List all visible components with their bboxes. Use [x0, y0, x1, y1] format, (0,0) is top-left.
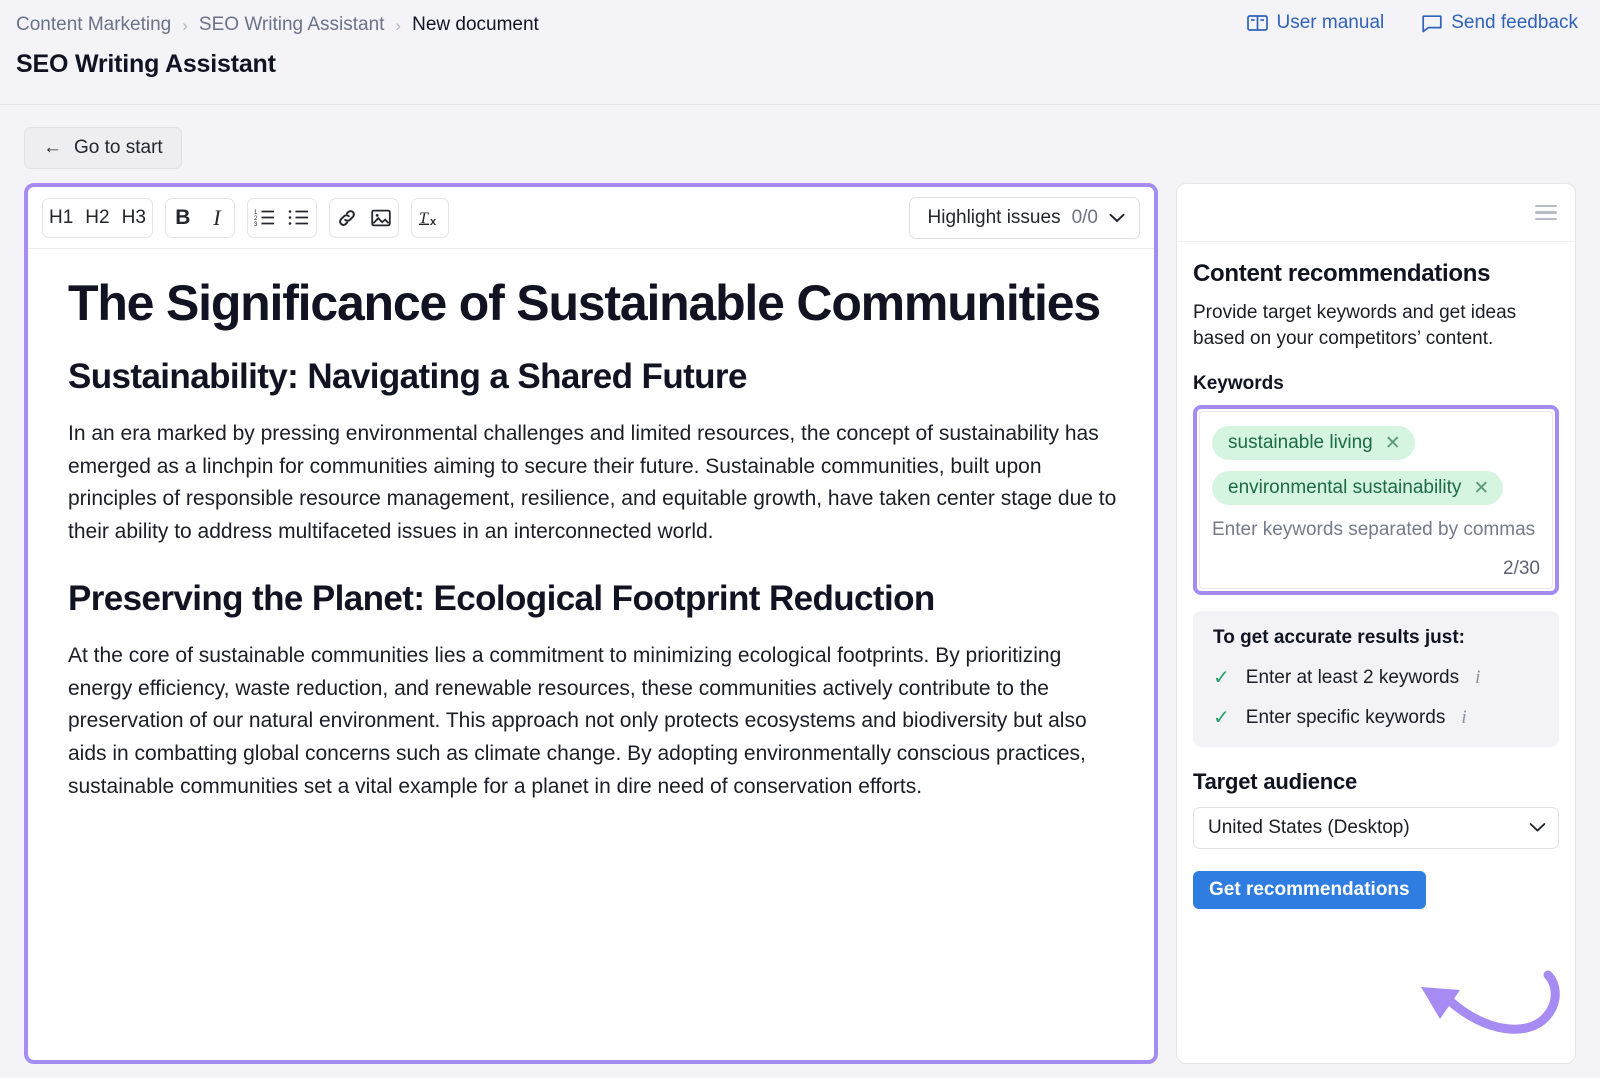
breadcrumb-separator-icon: ›: [182, 15, 188, 35]
info-icon[interactable]: i: [1475, 667, 1480, 689]
send-feedback-link[interactable]: Send feedback: [1422, 12, 1578, 34]
left-arrow-icon: ←: [43, 137, 62, 158]
target-audience-select[interactable]: United States (Desktop): [1193, 807, 1559, 850]
top-links: User manual Send feedback: [1246, 12, 1578, 34]
heading-button-group: H1 H2 H3: [42, 197, 153, 238]
info-icon[interactable]: i: [1461, 707, 1466, 729]
document-heading-2: Preserving the Planet: Ecological Footpr…: [68, 578, 935, 618]
keyword-chip-label: sustainable living: [1228, 432, 1373, 454]
heading-1-button[interactable]: H1: [43, 199, 79, 237]
check-icon: ✓: [1213, 667, 1230, 690]
send-feedback-label: Send feedback: [1451, 12, 1578, 33]
top-bar: Content Marketing › SEO Writing Assistan…: [0, 0, 1600, 105]
tips-box: To get accurate results just: ✓ Enter at…: [1193, 611, 1559, 748]
breadcrumb-item-seo-writing-assistant[interactable]: SEO Writing Assistant: [199, 14, 385, 36]
target-audience-value: United States (Desktop): [1208, 817, 1410, 839]
user-manual-link[interactable]: User manual: [1246, 12, 1385, 34]
tip-item: ✓ Enter specific keywords i: [1213, 707, 1541, 729]
svg-text:x: x: [430, 216, 437, 228]
remove-keyword-icon[interactable]: ✕: [1385, 434, 1401, 453]
bullet-list-icon: [288, 209, 309, 226]
keyword-chip[interactable]: sustainable living ✕: [1212, 426, 1415, 461]
keyword-chip[interactable]: environmental sustainability ✕: [1212, 471, 1504, 506]
italic-button[interactable]: I: [200, 199, 234, 237]
target-audience-label: Target audience: [1193, 769, 1358, 795]
tip-item: ✓ Enter at least 2 keywords i: [1213, 667, 1541, 689]
image-icon: [371, 209, 391, 227]
tip-label: Enter at least 2 keywords: [1245, 667, 1460, 689]
get-recommendations-button[interactable]: Get recommendations: [1193, 871, 1426, 910]
highlight-issues-label: Highlight issues: [927, 206, 1061, 228]
document-heading-1: Sustainability: Navigating a Shared Futu…: [68, 357, 747, 396]
keyword-chip-label: environmental sustainability: [1228, 477, 1462, 499]
list-button-group: 1 2 3: [246, 197, 317, 238]
text-style-button-group: B I: [164, 197, 235, 238]
go-to-start-button[interactable]: ← Go to start: [24, 127, 182, 169]
content-recommendations-title: Content recommendations: [1193, 260, 1491, 287]
highlight-issues-dropdown[interactable]: Highlight issues 0/0: [908, 196, 1140, 239]
breadcrumb-item-content-marketing[interactable]: Content Marketing: [16, 14, 171, 36]
remove-keyword-icon[interactable]: ✕: [1473, 479, 1489, 498]
annotation-arrow-icon: [1378, 957, 1575, 1057]
keywords-placeholder: Enter keywords separated by commas: [1212, 519, 1536, 541]
get-recommendations-label: Get recommendations: [1209, 879, 1410, 901]
document-content[interactable]: The Significance of Sustainable Communit…: [28, 249, 1154, 1060]
chevron-down-icon: [1109, 207, 1125, 229]
recommendations-panel: Content recommendations Provide target k…: [1176, 183, 1576, 1064]
document-title: The Significance of Sustainable Communit…: [68, 275, 1101, 331]
clear-format-group: T x: [410, 197, 449, 238]
chat-bubble-icon: [1422, 14, 1442, 33]
keywords-label: Keywords: [1193, 373, 1284, 395]
breadcrumb-separator-icon: ›: [395, 15, 402, 35]
link-icon: [337, 208, 357, 228]
sub-bar: ← Go to start: [0, 105, 1600, 169]
check-icon: ✓: [1213, 707, 1230, 730]
document-paragraph-1: In an era marked by pressing environment…: [68, 421, 1117, 544]
heading-3-button[interactable]: H3: [116, 199, 152, 237]
editor-toolbar: H1 H2 H3 B I 1 2 3 T x Highlight issues …: [28, 187, 1154, 249]
chevron-down-icon: [1529, 817, 1546, 839]
clear-formatting-button[interactable]: T x: [412, 199, 448, 237]
page-title: SEO Writing Assistant: [16, 50, 276, 78]
ordered-list-button[interactable]: 1 2 3: [248, 199, 282, 237]
tip-label: Enter specific keywords: [1245, 707, 1446, 729]
clear-formatting-icon: T x: [418, 208, 442, 228]
go-to-start-label: Go to start: [74, 137, 163, 158]
user-manual-label: User manual: [1276, 12, 1385, 33]
recommendations-panel-header: [1177, 184, 1575, 242]
insert-button-group: [328, 197, 399, 238]
book-icon: [1246, 14, 1268, 32]
image-button[interactable]: [364, 199, 398, 237]
keywords-counter: 2/30: [1503, 558, 1540, 580]
bullet-list-button[interactable]: [282, 199, 316, 237]
main-area: H1 H2 H3 B I 1 2 3 T x Highlight issues …: [0, 169, 1600, 1064]
heading-2-button[interactable]: H2: [79, 199, 115, 237]
bold-button[interactable]: B: [166, 199, 200, 237]
svg-text:3: 3: [254, 222, 258, 226]
editor-panel: H1 H2 H3 B I 1 2 3 T x Highlight issues …: [24, 183, 1158, 1064]
ordered-list-icon: 1 2 3: [254, 209, 275, 226]
breadcrumb-item-new-document: New document: [412, 14, 539, 35]
recommendations-panel-body: Content recommendations Provide target k…: [1177, 242, 1575, 910]
keywords-highlight-ring: sustainable living ✕ environmental susta…: [1193, 405, 1559, 596]
hamburger-menu-icon[interactable]: [1535, 204, 1557, 221]
content-recommendations-description: Provide target keywords and get ideas ba…: [1193, 302, 1517, 349]
keywords-input[interactable]: sustainable living ✕ environmental susta…: [1199, 411, 1553, 590]
link-button[interactable]: [330, 199, 364, 237]
tips-title: To get accurate results just:: [1213, 627, 1465, 649]
highlight-issues-count: 0/0: [1071, 206, 1098, 228]
document-paragraph-2: At the core of sustainable communities l…: [68, 643, 1087, 798]
